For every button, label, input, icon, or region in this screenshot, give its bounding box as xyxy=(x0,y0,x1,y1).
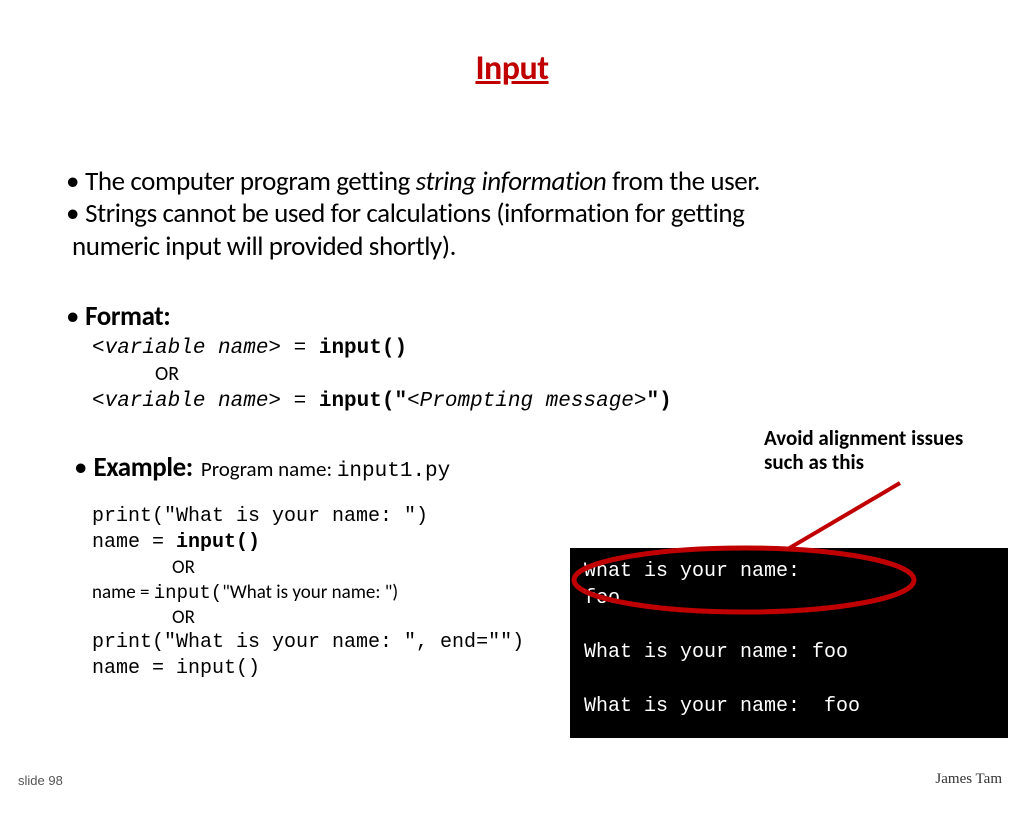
slide-title: Input xyxy=(0,48,1024,89)
slide-number: slide 98 xyxy=(18,773,63,788)
callout-text: Avoid alignment issues such as this xyxy=(764,426,1014,474)
format-heading: • Format: xyxy=(58,301,968,333)
bullet-1: • The computer program getting string in… xyxy=(58,166,968,198)
terminal-output: What is your name: foo What is your name… xyxy=(570,548,1008,738)
author-name: James Tam xyxy=(935,771,1002,788)
code-line-1: print("What is your name: ") xyxy=(92,504,968,530)
bullet-2-text: Strings cannot be used for calculations … xyxy=(85,198,744,230)
example-program: Program name: input1.py xyxy=(201,456,450,483)
bullet-2-cont: numeric input will provided shortly). xyxy=(72,231,968,263)
example-label: Example: xyxy=(93,451,192,484)
bullet-1-text: The computer program getting string info… xyxy=(85,166,760,198)
bullet-icon: • xyxy=(66,301,79,333)
bullet-icon: • xyxy=(66,166,79,198)
bullet-icon: • xyxy=(66,198,79,230)
format-label: Format: xyxy=(85,301,170,333)
format-code: <variable name> = input() OR <variable n… xyxy=(92,336,968,416)
bullet-2: • Strings cannot be used for calculation… xyxy=(58,198,968,230)
bullet-icon: • xyxy=(74,451,87,484)
